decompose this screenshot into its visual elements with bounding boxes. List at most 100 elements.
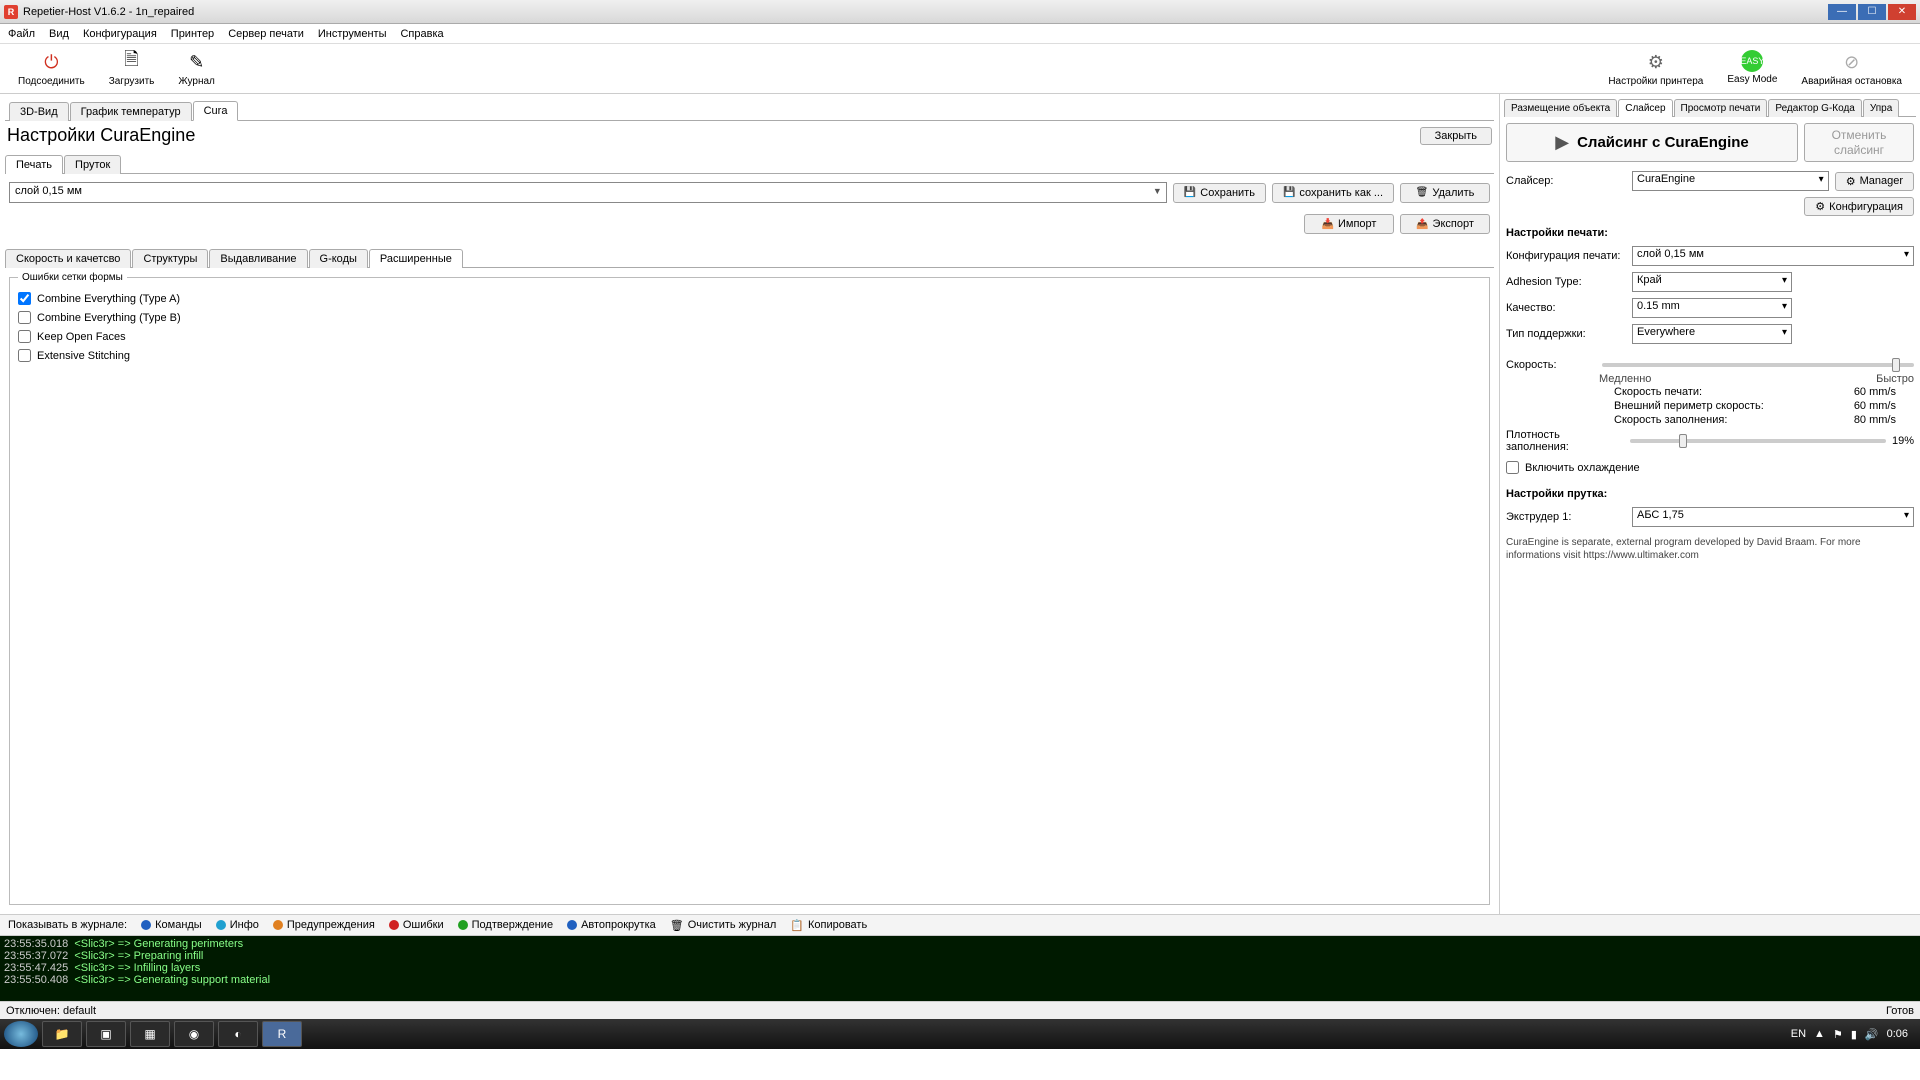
task-chrome[interactable]: ◐ — [218, 1021, 258, 1047]
task-repetier[interactable]: R — [262, 1021, 302, 1047]
quality-label: Качество: — [1506, 302, 1626, 314]
menu-printer[interactable]: Принтер — [171, 28, 214, 40]
rtab-preview[interactable]: Просмотр печати — [1674, 99, 1768, 117]
right-tabs: Размещение объекта Слайсер Просмотр печа… — [1504, 98, 1916, 117]
infill-speed-label: Скорость заполнения: — [1614, 414, 1727, 426]
save-as-button[interactable]: 💾сохранить как ... — [1272, 183, 1394, 203]
fast-label: Быстро — [1876, 373, 1914, 385]
volume-icon[interactable]: 🔊 — [1865, 1028, 1879, 1041]
subtab-filament[interactable]: Пруток — [64, 155, 121, 174]
copy-log-button[interactable]: 📋Копировать — [790, 919, 867, 932]
slicer-select[interactable]: CuraEngine — [1632, 171, 1829, 191]
minimize-button[interactable]: — — [1828, 4, 1856, 20]
status-left: Отключен: default — [6, 1005, 96, 1017]
tray-lang[interactable]: EN — [1791, 1028, 1806, 1040]
filter-ack[interactable]: Подтверждение — [458, 919, 553, 931]
slicer-label: Слайсер: — [1506, 175, 1626, 187]
advtab-structures[interactable]: Структуры — [132, 249, 208, 268]
filter-info[interactable]: Инфо — [216, 919, 259, 931]
page-title: Настройки CuraEngine — [7, 125, 195, 146]
advtab-speed[interactable]: Скорость и качетсво — [5, 249, 131, 268]
close-window-button[interactable]: ✕ — [1888, 4, 1916, 20]
extruder-select[interactable]: АБС 1,75 — [1632, 507, 1914, 527]
rtab-gcode-editor[interactable]: Редактор G-Кода — [1768, 99, 1862, 117]
import-button[interactable]: 📥Импорт — [1304, 214, 1394, 234]
tab-tempgraph[interactable]: График температур — [70, 102, 192, 121]
tab-3dview[interactable]: 3D-Вид — [9, 102, 69, 121]
advtab-extrusion[interactable]: Выдавливание — [209, 249, 307, 268]
filter-commands[interactable]: Команды — [141, 919, 202, 931]
menu-file[interactable]: Файл — [8, 28, 35, 40]
task-media[interactable]: ▣ — [86, 1021, 126, 1047]
left-tabs: 3D-Вид График температур Cura — [5, 99, 1494, 121]
import-label: Импорт — [1338, 218, 1376, 230]
network-icon[interactable]: ▮ — [1851, 1028, 1857, 1041]
check-stitching-label: Extensive Stitching — [37, 350, 130, 362]
configuration-button[interactable]: ⚙Конфигурация — [1804, 197, 1914, 216]
advtab-gcodes[interactable]: G-коды — [309, 249, 368, 268]
tab-cura[interactable]: Cura — [193, 101, 239, 121]
check-stitching[interactable] — [18, 349, 31, 362]
status-right: Готов — [1886, 1005, 1914, 1017]
save-as-icon: 💾 — [1283, 187, 1295, 198]
adhesion-select[interactable]: Край — [1632, 272, 1792, 292]
subtab-print[interactable]: Печать — [5, 155, 63, 174]
print-config-select[interactable]: слой 0,15 мм — [1632, 246, 1914, 266]
tray-clock[interactable]: 0:06 — [1887, 1028, 1908, 1040]
density-label: Плотность заполнения: — [1506, 429, 1624, 453]
save-button[interactable]: 💾Сохранить — [1173, 183, 1266, 203]
check-combine-a[interactable] — [18, 292, 31, 305]
filter-autoscroll[interactable]: Автопрокрутка — [567, 919, 656, 931]
density-slider[interactable] — [1630, 439, 1886, 443]
statusbar: Отключен: default Готов — [0, 1001, 1920, 1019]
task-app3[interactable]: ▦ — [130, 1021, 170, 1047]
plug-icon: ⏻ — [39, 50, 63, 74]
manager-button[interactable]: ⚙Manager — [1835, 172, 1914, 191]
menu-config[interactable]: Конфигурация — [83, 28, 157, 40]
menu-help[interactable]: Справка — [400, 28, 443, 40]
check-open-faces-label: Keep Open Faces — [37, 331, 126, 343]
easy-mode-button[interactable]: EASY Easy Mode — [1715, 48, 1789, 89]
check-combine-b[interactable] — [18, 311, 31, 324]
check-open-faces[interactable] — [18, 330, 31, 343]
emergency-stop-button[interactable]: ⊘ Аварийная остановка — [1789, 48, 1914, 89]
rtab-placement[interactable]: Размещение объекта — [1504, 99, 1617, 117]
load-button[interactable]: 🗎 Загрузить — [97, 48, 167, 89]
task-explorer[interactable]: 📁 — [42, 1021, 82, 1047]
speed-slider[interactable] — [1602, 363, 1914, 367]
filter-errors[interactable]: Ошибки — [389, 919, 444, 931]
menu-view[interactable]: Вид — [49, 28, 69, 40]
advtab-advanced[interactable]: Расширенные — [369, 249, 463, 268]
speed-label: Скорость: — [1506, 359, 1596, 371]
stop-icon: ⊘ — [1840, 50, 1864, 74]
log-button[interactable]: ✎ Журнал — [166, 48, 227, 89]
close-settings-button[interactable]: Закрыть — [1420, 127, 1492, 145]
slice-button[interactable]: ▶ Слайсинг с CuraEngine — [1506, 123, 1798, 162]
maximize-button[interactable]: ☐ — [1858, 4, 1886, 20]
connect-button[interactable]: ⏻ Подсоединить — [6, 48, 97, 89]
start-button[interactable] — [4, 1021, 38, 1047]
flag-icon[interactable]: ⚑ — [1833, 1028, 1843, 1041]
menu-printserver[interactable]: Сервер печати — [228, 28, 304, 40]
quality-select[interactable]: 0.15 mm — [1632, 298, 1792, 318]
profile-dropdown[interactable]: слой 0,15 мм — [9, 182, 1167, 203]
menu-tools[interactable]: Инструменты — [318, 28, 387, 40]
cooling-checkbox[interactable] — [1506, 461, 1519, 474]
cancel-slice-button[interactable]: Отменить слайсинг — [1804, 123, 1914, 162]
tray-up-icon[interactable]: ▲ — [1814, 1028, 1825, 1040]
print-speed-label: Скорость печати: — [1614, 386, 1702, 398]
gear-icon: ⚙ — [1644, 50, 1668, 74]
gear-small-icon: ⚙ — [1846, 175, 1856, 188]
support-select[interactable]: Everywhere — [1632, 324, 1792, 344]
log-area[interactable]: 23:55:35.018 <Slic3r> => Generating peri… — [0, 936, 1920, 1001]
task-app4[interactable]: ◉ — [174, 1021, 214, 1047]
rtab-manage[interactable]: Упра — [1863, 99, 1899, 117]
clear-log-button[interactable]: 🗑Очистить журнал — [670, 919, 777, 932]
dot-icon — [458, 920, 468, 930]
log-line: 23:55:37.072 <Slic3r> => Preparing infil… — [4, 950, 1916, 962]
filter-warnings[interactable]: Предупреждения — [273, 919, 375, 931]
export-button[interactable]: 📤Экспорт — [1400, 214, 1490, 234]
delete-button[interactable]: 🗑Удалить — [1400, 183, 1490, 203]
printer-settings-button[interactable]: ⚙ Настройки принтера — [1596, 48, 1715, 89]
rtab-slicer[interactable]: Слайсер — [1618, 99, 1672, 117]
